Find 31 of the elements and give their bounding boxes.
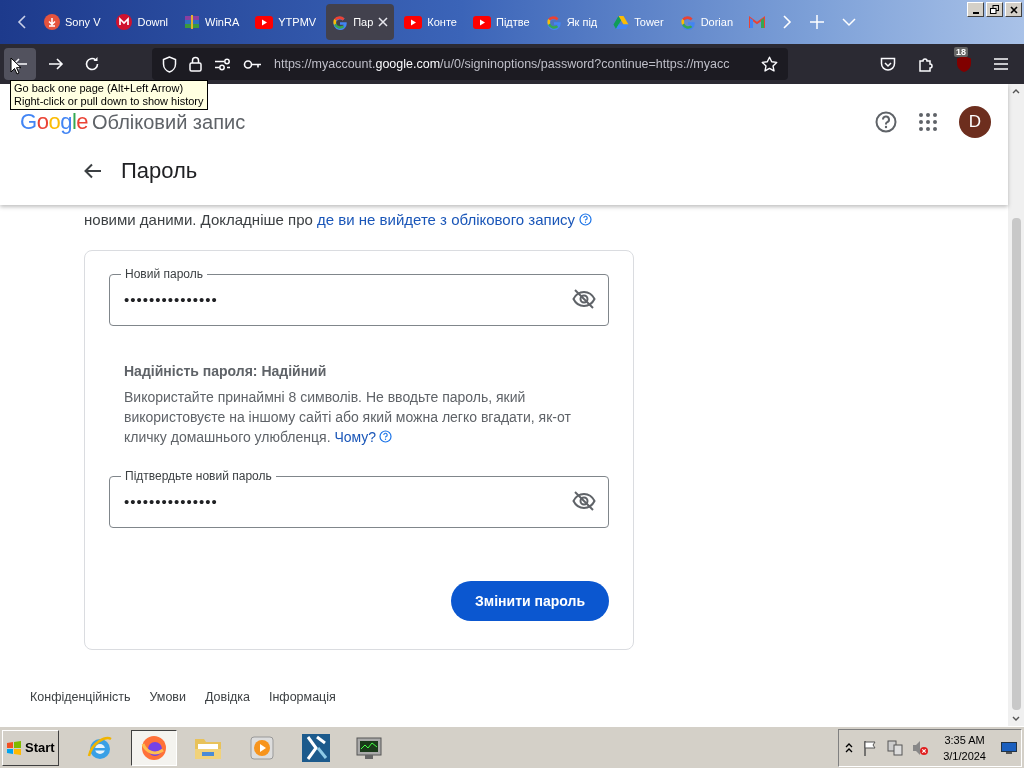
browser-tab[interactable]: Downl bbox=[110, 4, 175, 40]
clock[interactable]: 3:35 AM 3/1/2024 bbox=[943, 731, 986, 764]
product-name: Обліковий запис bbox=[92, 110, 246, 134]
browser-tab[interactable]: YTPMV bbox=[249, 4, 323, 40]
help-link[interactable]: де ви не вийдете з облікового запису bbox=[317, 211, 576, 228]
footer-link[interactable]: Конфіденційність bbox=[30, 690, 131, 704]
password-strength: Надійність пароля: Надійний bbox=[123, 363, 328, 379]
why-link[interactable]: Чому? bbox=[334, 429, 377, 445]
change-password-button[interactable]: Змінити пароль bbox=[451, 581, 609, 621]
confirm-password-field[interactable]: Підтвердьте новий пароль ••••••••••••••• bbox=[109, 469, 609, 528]
browser-tab[interactable]: Sony V bbox=[38, 4, 107, 40]
page-title: Пароль bbox=[121, 158, 198, 184]
address-bar[interactable]: https://myaccount.google.com/u/0/signinoptions/password?continue=https://myacc bbox=[152, 48, 788, 80]
browser-tab[interactable]: Tower bbox=[607, 4, 670, 40]
count-badge: 18 bbox=[954, 47, 968, 57]
back-tooltip: Go back one page (Alt+Left Arrow) Right-click or pull down to show history bbox=[10, 80, 208, 110]
footer-link[interactable]: Інформація bbox=[268, 690, 336, 704]
browser-tab[interactable]: WinRA bbox=[178, 4, 246, 40]
browser-tab[interactable]: Конте bbox=[398, 4, 463, 40]
google-logo[interactable]: Google bbox=[20, 109, 88, 135]
start-button[interactable]: Start bbox=[2, 729, 59, 766]
password-hint: Використайте принаймні 8 символів. Не вводьте пароль, який використовуєте на іншому сайті або який можна легко вгадати, як-от кличку домашнього улюбленця. Чому? bbox=[123, 388, 572, 447]
intro-text: новими даними. Докладніше про де ви не вийдете з облікового запису bbox=[84, 211, 576, 228]
new-password-field[interactable]: Новий пароль ••••••••••••••• bbox=[109, 267, 609, 326]
footer-link[interactable]: Умови bbox=[149, 690, 186, 704]
account-avatar[interactable]: D bbox=[959, 106, 991, 138]
footer-link[interactable]: Довідка bbox=[205, 690, 250, 704]
browser-tab[interactable]: Пар bbox=[326, 4, 395, 40]
url-text[interactable]: https://myaccount.google.com/u/0/signinoptions/password?continue=https://myacc bbox=[274, 57, 730, 71]
browser-tab[interactable]: Як під bbox=[539, 4, 604, 40]
browser-tab[interactable]: Підтве bbox=[467, 4, 536, 40]
